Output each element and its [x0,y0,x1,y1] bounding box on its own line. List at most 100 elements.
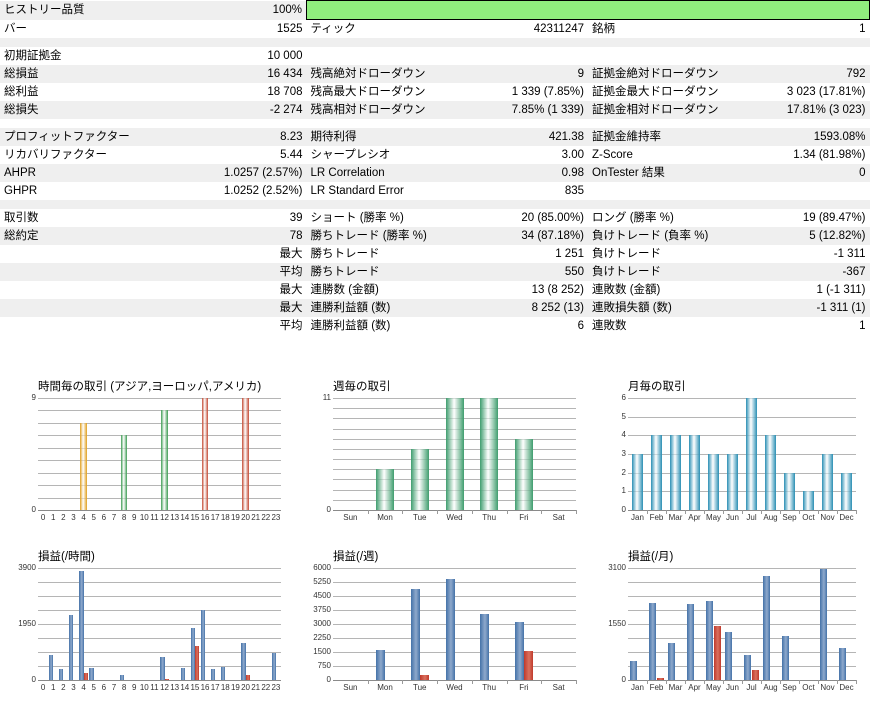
gridline [38,582,281,583]
chart-weekly-profit: 損益(/週) 0 750 1500 2250 3000 3750 4500 5250 6000 Su… [295,548,590,713]
chart-monthly-trades: 月毎の取引 0 1 2 3 4 5 6 Jan Feb Mar Apr May Jun Jul Aug Sep O… [590,378,870,543]
x-axis-label: Oct [802,683,815,692]
x-axis-label: 3 [71,513,76,522]
stat-value: 3.00 [447,146,588,164]
x-axis-label: Feb [649,513,664,522]
x-axis-label: 20 [241,513,251,522]
bar-profit [838,648,847,680]
bar-profit [705,600,714,680]
bar-profit [79,570,84,680]
stat-label: 勝ちトレード [306,245,448,263]
x-axis-label: 16 [200,513,210,522]
stat-value: 17.81% (3 023) [728,101,870,119]
stat-value: 最大 [213,281,307,299]
x-axis-label: 10 [139,683,149,692]
stat-label [588,182,729,200]
bar-profit [221,667,226,680]
stats-row: 初期証拠金 10 000 [0,47,870,65]
x-axis-label: 11 [150,683,159,692]
stat-value: 1.0257 (2.57%) [213,164,307,182]
x-axis-label: Jun [726,683,739,692]
x-axis-label: Mar [668,683,683,692]
stat-value: 19 (89.47%) [728,209,870,227]
bar [201,398,209,510]
stat-label: ロング (勝率 %) [588,209,729,227]
gridline [38,610,281,611]
plot-area [38,568,281,681]
x-axis-label: Sep [782,683,797,692]
stat-label: ヒストリー品質 [0,0,213,20]
gridline [38,568,281,569]
stat-label: 総損失 [0,101,213,119]
stat-value: 1.34 (81.98%) [728,146,870,164]
stat-label: ショート (勝率 %) [306,209,448,227]
y-axis-label: 750 [317,661,331,670]
x-axis-label: Tue [413,683,427,692]
y-axis-label: 9 [31,393,36,402]
chart-title: 時間毎の取引 (アジア,ヨーロッパ,アメリカ) [38,381,262,393]
x-tick-mark [856,510,857,514]
bar-loss [83,672,88,680]
bar-loss [194,646,200,680]
y-axis-label: 6000 [313,563,331,572]
x-axis-label: 16 [200,683,210,692]
y-axis-label: 0 [326,675,331,684]
stats-row: 最大 連勝利益額 (数) 8 252 (13) 連敗損失額 (数) -1 311 (1) [0,299,870,317]
bar [445,398,464,510]
stat-label: 証拠金絶対ドローダウン [588,65,729,83]
stat-value: -367 [728,263,870,281]
y-axis-label: 1 [621,486,626,496]
stat-value: 5 (12.82%) [728,227,870,245]
stat-label: LR Standard Error [306,182,448,200]
plot-area [628,568,856,681]
x-axis-label: Sat [552,513,565,522]
gridline [628,417,856,418]
x-axis-label: 11 [150,513,159,522]
stat-value [447,47,588,65]
gridline [333,680,576,681]
stat-value: 10 000 [213,47,307,65]
stat-label [588,47,729,65]
x-axis-label: Sun [343,683,358,692]
bar-profit [781,635,790,680]
stat-value: 最大 [213,245,307,263]
stat-label: 連敗損失額 (数) [588,299,729,317]
x-axis-label: Jan [631,513,644,522]
stat-label: 残高相対ドローダウン [306,101,448,119]
x-axis-label: 0 [40,513,46,522]
x-axis-label: 8 [121,683,127,692]
gridline [333,652,576,653]
x-axis-label: 0 [40,683,46,692]
bar-profit [724,632,733,680]
bar-profit [210,668,216,680]
bar [410,448,429,510]
bar [726,454,739,510]
y-axis-label: 0 [621,675,626,684]
x-axis-label: 7 [111,513,117,522]
stat-label: 証拠金維持率 [588,128,729,146]
strategy-tester-report: ヒストリー品質 100% バー 1525 ティック 42311247 銘柄 1 初期証拠金 10 … [0,0,870,715]
bar [120,435,128,510]
stat-value: 6 [447,317,588,335]
stat-value: -1 311 [728,245,870,263]
x-axis-label: 20 [241,683,251,692]
stat-value: 13 (8 252) [447,281,588,299]
stat-value: 792 [728,65,870,83]
x-axis-label: Aug [763,683,778,692]
stat-value: 最大 [213,299,307,317]
stat-label: 連勝利益額 (数) [306,299,448,317]
bar [514,438,533,510]
chart-title: 損益(/週) [333,551,379,563]
bar-profit [376,649,386,680]
stat-label: バー [0,19,213,38]
stat-label [0,299,213,317]
x-axis-label: Aug [763,513,778,522]
y-axis-label: 1950 [18,619,36,628]
x-axis-label: 9 [131,513,137,522]
y-axis-label: 0 [31,505,36,514]
bar-loss [656,677,665,680]
stat-label: LR Correlation [306,164,448,182]
x-tick-mark [576,510,577,514]
x-axis-label: Apr [688,513,701,522]
stat-label: GHPR [0,182,213,200]
